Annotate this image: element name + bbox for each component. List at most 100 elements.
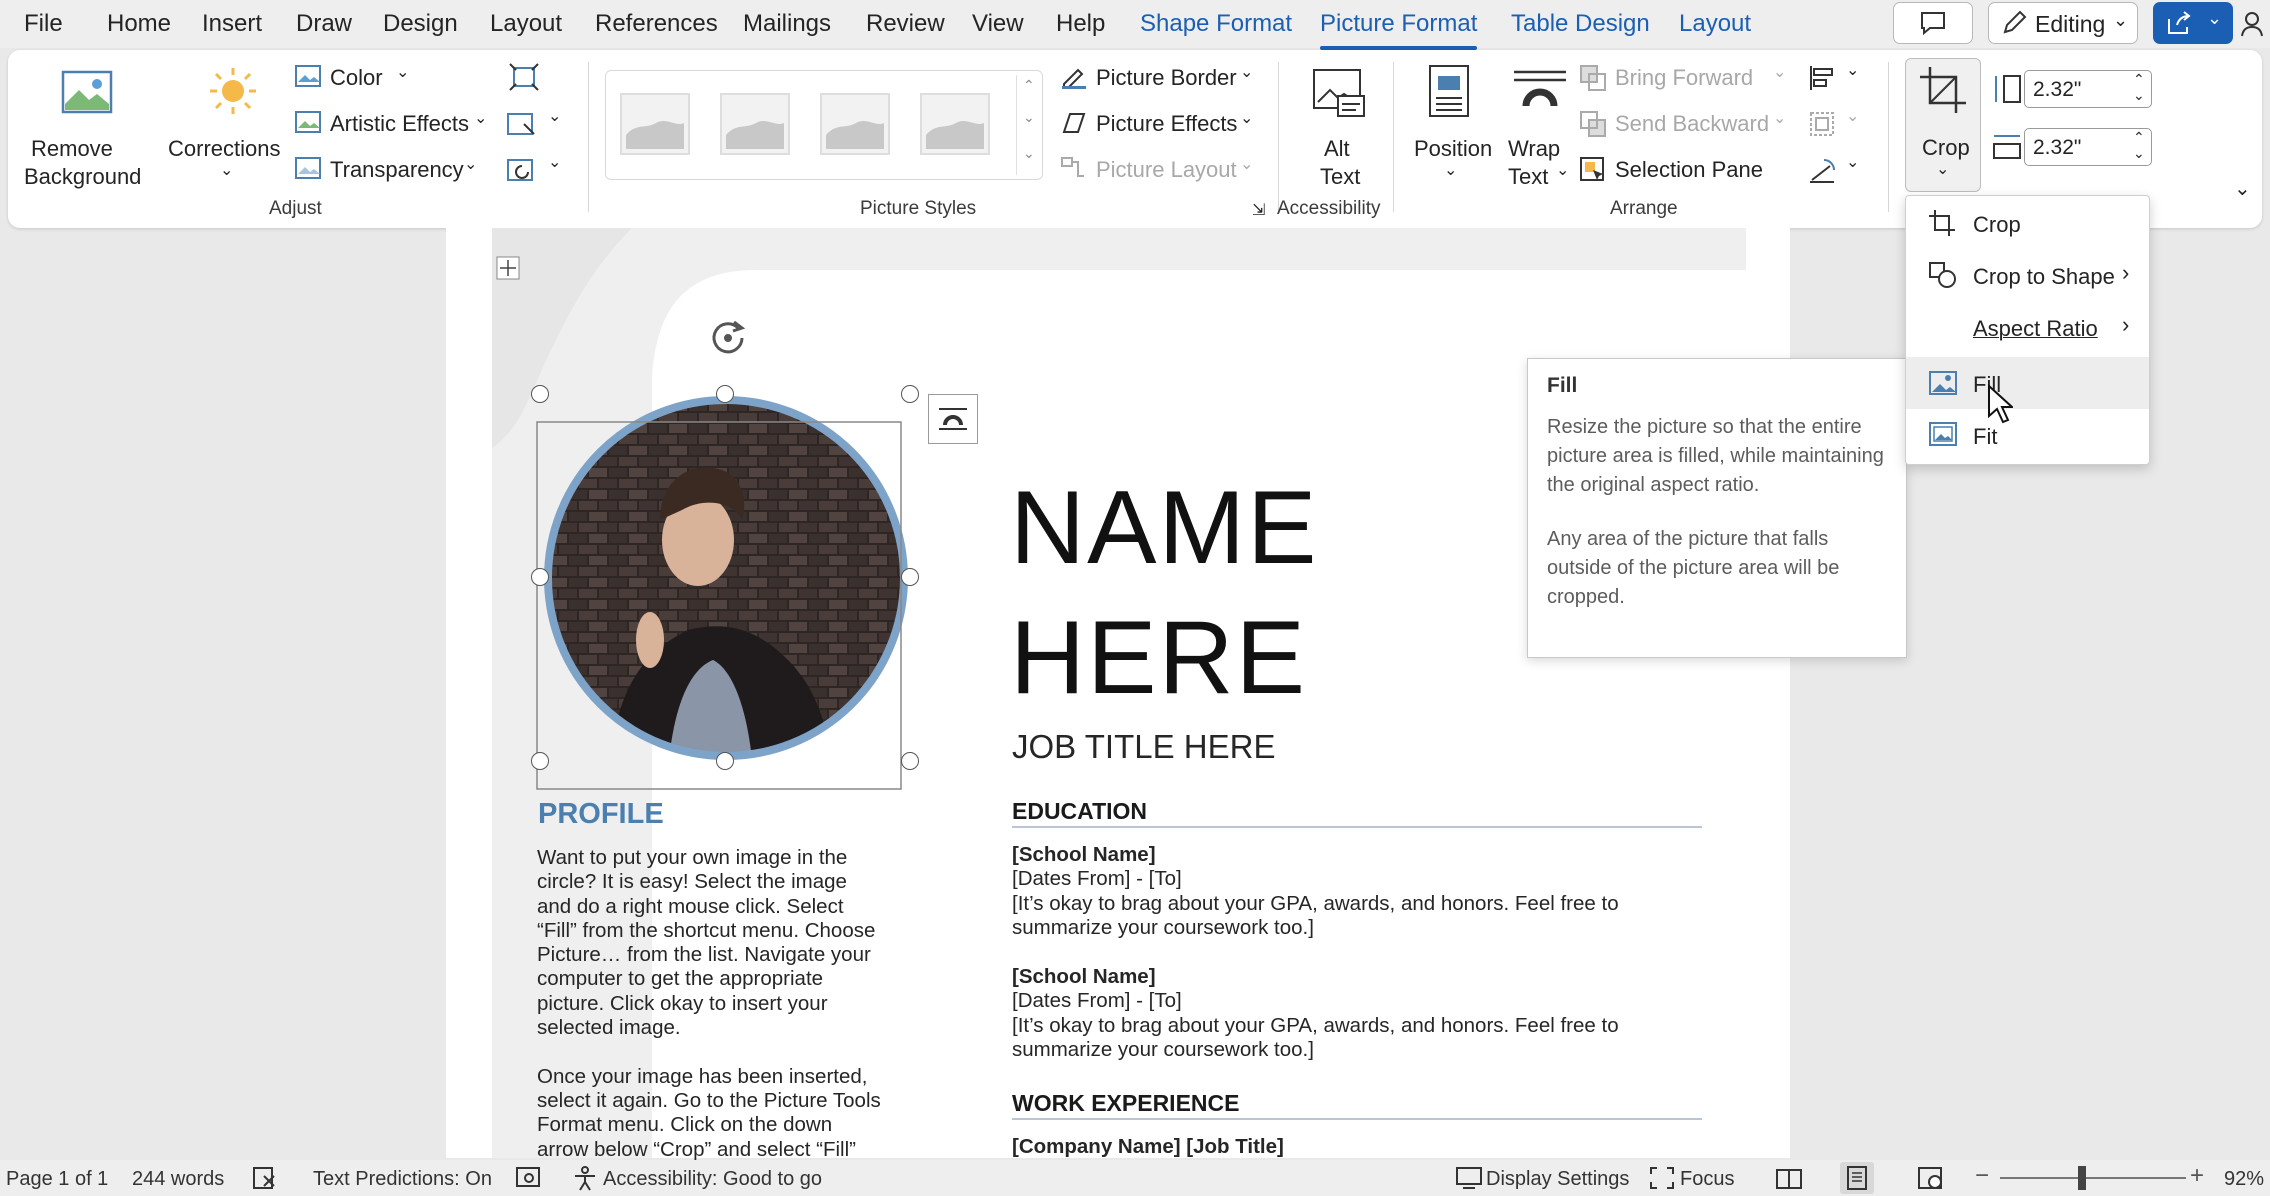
tab-mailings[interactable]: Mailings — [743, 10, 831, 38]
resize-handle[interactable] — [531, 385, 549, 403]
read-mode-icon[interactable] — [1775, 1166, 1803, 1190]
picture-thumbnail-icon — [926, 121, 984, 149]
layout-options-button[interactable] — [928, 394, 978, 444]
position-label: Position — [1414, 136, 1493, 161]
zoom-slider-thumb[interactable] — [2078, 1166, 2086, 1190]
tab-review[interactable]: Review — [866, 10, 945, 38]
group-objects-button[interactable]: ⌄ — [1808, 108, 1868, 140]
menu-item-aspect-ratio[interactable]: Aspect Ratio › — [1906, 300, 2149, 352]
align-button[interactable]: ⌄ — [1808, 62, 1868, 94]
shape-height-input[interactable]: 2.32" ⌃ ⌄ — [2024, 70, 2152, 108]
remove-background-label-1: Remove — [31, 136, 113, 161]
proofing-icon[interactable] — [252, 1166, 278, 1190]
job-title: JOB TITLE HERE — [1012, 728, 1276, 765]
share-button[interactable]: ⌄ — [2153, 2, 2233, 44]
picture-style-thumbnail[interactable] — [720, 93, 790, 155]
resize-handle[interactable] — [901, 385, 919, 403]
resize-handle[interactable] — [716, 385, 734, 403]
resize-handle[interactable] — [716, 752, 734, 770]
color-button[interactable]: Color ⌄ — [292, 60, 422, 96]
tab-help[interactable]: Help — [1056, 10, 1105, 38]
tab-layout-table[interactable]: Layout — [1679, 10, 1751, 38]
selection-pane-button[interactable]: Selection Pane — [1573, 152, 1773, 188]
tab-table-design[interactable]: Table Design — [1511, 10, 1650, 38]
zoom-out-icon[interactable]: − — [1975, 1162, 1989, 1190]
remove-background-icon — [61, 70, 113, 114]
rotate-button[interactable]: ⌄ — [1808, 154, 1868, 186]
zoom-in-icon[interactable]: + — [2190, 1162, 2204, 1190]
spin-up-icon[interactable]: ⌃ — [2133, 71, 2145, 88]
compress-pictures-icon[interactable] — [508, 62, 540, 92]
editing-mode-button[interactable]: Editing ⌄ — [1988, 2, 2138, 44]
gallery-scroll[interactable]: ⌃ ⌄ ⌄ — [1016, 75, 1038, 175]
position-button[interactable]: Position ⌄ — [1400, 60, 1500, 190]
education-heading: EDUCATION — [1012, 798, 1148, 824]
shape-width-input[interactable]: 2.32" ⌃ ⌄ — [2024, 128, 2152, 166]
picture-layout-button[interactable]: Picture Layout ⌄ — [1056, 152, 1266, 188]
tab-draw[interactable]: Draw — [296, 10, 352, 38]
spin-up-icon[interactable]: ⌃ — [2133, 129, 2145, 146]
comments-button[interactable] — [1893, 2, 1973, 44]
profile-line: Want to put your own image in the — [537, 846, 848, 869]
spin-down-icon[interactable]: ⌄ — [2133, 87, 2145, 104]
tab-references[interactable]: References — [595, 10, 718, 38]
crop-button[interactable]: Crop ⌄ — [1905, 58, 1981, 192]
transparency-button[interactable]: Transparency ⌄ — [292, 152, 492, 188]
bring-forward-button[interactable]: Bring Forward ⌄ — [1573, 60, 1793, 96]
zoom-level[interactable]: 92% — [2224, 1168, 2264, 1191]
accessibility-group-label: Accessibility — [1277, 198, 1381, 219]
picture-effects-button[interactable]: Picture Effects ⌄ — [1056, 106, 1266, 142]
picture-style-thumbnail[interactable] — [820, 93, 890, 155]
spin-down-icon[interactable]: ⌄ — [2133, 145, 2145, 162]
picture-style-thumbnail[interactable] — [620, 93, 690, 155]
picture-border-button[interactable]: Picture Border ⌄ — [1056, 60, 1266, 96]
tab-view[interactable]: View — [972, 10, 1024, 38]
tab-insert[interactable]: Insert — [202, 10, 262, 38]
word-count[interactable]: 244 words — [132, 1168, 224, 1191]
focus-button[interactable]: Focus — [1680, 1168, 1734, 1191]
collapse-ribbon-icon[interactable]: ⌄ — [2234, 176, 2251, 201]
menu-item-fit[interactable]: Fit — [1906, 409, 2149, 461]
alt-text-icon — [1313, 69, 1365, 117]
change-picture-icon — [507, 113, 535, 135]
menu-item-crop[interactable]: Crop — [1906, 196, 2149, 248]
menu-item-fill[interactable]: Fill — [1906, 357, 2149, 409]
macro-icon[interactable] — [515, 1166, 543, 1190]
reset-picture-button[interactable]: ⌄ — [506, 154, 566, 186]
corrections-button[interactable]: Corrections ⌄ — [168, 60, 292, 190]
remove-background-button[interactable]: Remove Background — [14, 60, 164, 190]
table-move-handle-icon[interactable] — [496, 256, 520, 280]
tab-home[interactable]: Home — [107, 10, 171, 38]
tab-layout[interactable]: Layout — [490, 10, 562, 38]
tab-design[interactable]: Design — [383, 10, 458, 38]
page-count[interactable]: Page 1 of 1 — [6, 1168, 108, 1191]
resize-handle[interactable] — [531, 568, 549, 586]
tab-picture-format[interactable]: Picture Format — [1320, 10, 1478, 50]
dialog-launcher-icon[interactable]: ⇲ — [1252, 200, 1265, 220]
tab-file[interactable]: File — [24, 10, 63, 38]
rotate-handle-icon[interactable] — [704, 314, 752, 362]
menu-item-crop-to-shape[interactable]: Crop to Shape › — [1906, 248, 2149, 300]
text-predictions-status[interactable]: Text Predictions: On — [313, 1168, 492, 1191]
picture-style-thumbnail[interactable] — [920, 93, 990, 155]
change-picture-button[interactable]: ⌄ — [506, 108, 566, 140]
resize-handle[interactable] — [901, 568, 919, 586]
resize-handle[interactable] — [531, 752, 549, 770]
print-layout-button[interactable] — [1840, 1162, 1874, 1194]
accessibility-status[interactable]: Accessibility: Good to go — [603, 1168, 822, 1191]
web-layout-icon[interactable] — [1917, 1166, 1945, 1190]
chevron-down-icon: ⌄ — [1444, 162, 1458, 179]
zoom-slider-track[interactable] — [2000, 1177, 2186, 1179]
send-backward-button[interactable]: Send Backward ⌄ — [1573, 106, 1793, 142]
sun-icon — [210, 68, 256, 114]
alt-text-button[interactable]: Alt Text — [1288, 60, 1388, 190]
picture-layout-label: Picture Layout — [1096, 157, 1237, 182]
display-settings-button[interactable]: Display Settings — [1486, 1168, 1629, 1191]
tab-shape-format[interactable]: Shape Format — [1140, 10, 1292, 38]
chevron-down-icon: ⌄ — [548, 154, 562, 171]
person-icon[interactable] — [2240, 10, 2268, 38]
artistic-effects-button[interactable]: Artistic Effects ⌄ — [292, 106, 492, 142]
profile-line: computer to get the appropriate — [537, 967, 824, 991]
chevron-down-icon: ⌄ — [1846, 62, 1860, 79]
resize-handle[interactable] — [901, 752, 919, 770]
